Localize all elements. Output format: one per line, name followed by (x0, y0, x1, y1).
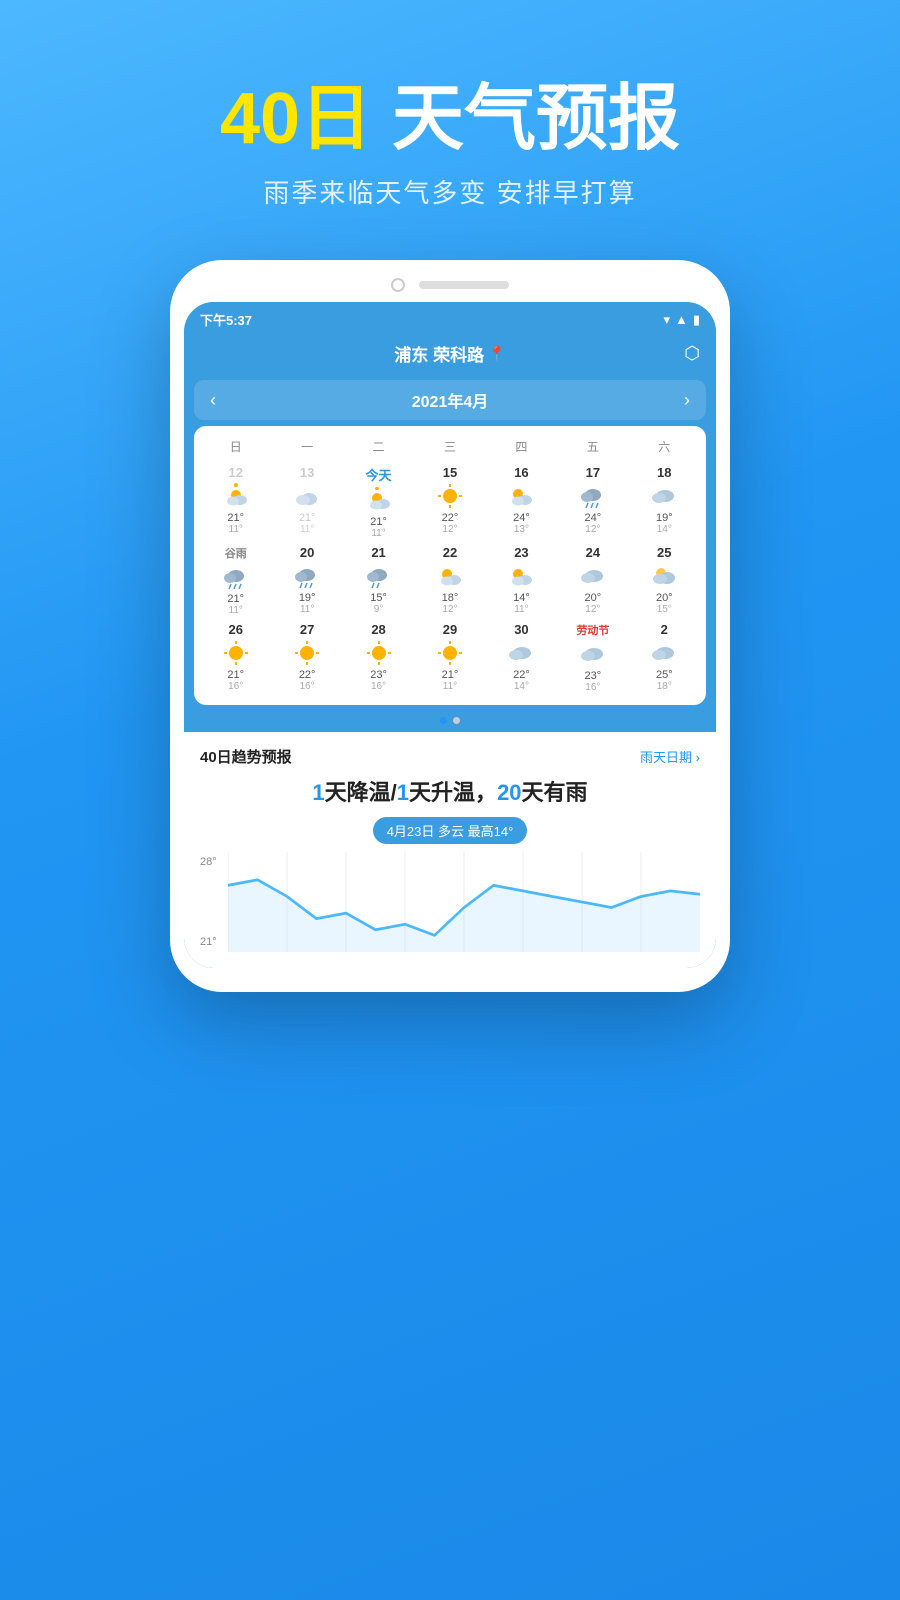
calendar-day-18[interactable]: 18 19°14° (629, 463, 700, 541)
calendar-day-2[interactable]: 2 25°18° (629, 620, 700, 695)
calendar-day-25[interactable]: 25 20°15° (629, 543, 700, 618)
trend-summary: 1天降温/1天升温，20天有雨 (200, 775, 700, 807)
calendar-day-29[interactable]: 29 21°11° (414, 620, 485, 695)
calendar-day-guyu[interactable]: 谷雨 21°11° (200, 543, 271, 618)
calendar-day-16[interactable]: 16 24°13° (486, 463, 557, 541)
calendar-day-today[interactable]: 今天 21°11° (343, 463, 414, 541)
calendar-day-26[interactable]: 26 21°16° (200, 620, 271, 695)
chart-labels: 28° 21° (200, 852, 217, 952)
month-nav: ‹ 2021年4月 › (194, 380, 706, 420)
phone-body: 下午5:37 ▾ ▲ ▮ 浦东 荣科路 📍 ⬡ ‹ 2021年4月 › (170, 260, 730, 992)
status-bar: 下午5:37 ▾ ▲ ▮ (184, 302, 716, 333)
calendar-day-24[interactable]: 24 20°12° (557, 543, 628, 618)
calendar-day-23[interactable]: 23 14°11° (486, 543, 557, 618)
hero-title: 40日 天气预报 (0, 80, 900, 159)
page-indicator (184, 711, 716, 732)
calendar-week-1: 12 21°11° 13 21°11° 今天 21°11° (200, 463, 700, 541)
trend-chart: 28° 21° (200, 852, 700, 952)
weekday-sat: 六 (629, 434, 700, 459)
page-dot-2 (453, 717, 460, 724)
trend-header: 40日趋势预报 雨天日期 › (200, 746, 700, 767)
calendar-day-22[interactable]: 22 18°12° (414, 543, 485, 618)
next-month-button[interactable]: › (684, 390, 690, 411)
calendar-day-15[interactable]: 15 22°12° (414, 463, 485, 541)
weekday-sun: 日 (200, 434, 271, 459)
phone-notch (184, 278, 716, 292)
hero-subtitle: 雨季来临天气多变 安排早打算 (0, 173, 900, 210)
weekday-fri: 五 (557, 434, 628, 459)
weekday-wed: 三 (414, 434, 485, 459)
page-dot-1 (440, 717, 447, 724)
location-pin-icon: 📍 (488, 345, 505, 362)
calendar-week-2: 谷雨 21°11° 20 19°11° 21 15°9° (200, 543, 700, 618)
chart-svg (200, 852, 700, 952)
phone-dot (391, 278, 405, 292)
chart-label-high: 28° (200, 856, 217, 868)
hero-title-highlight: 40日 (220, 79, 372, 159)
signal-icon: ▲ (675, 312, 688, 327)
wifi-icon: ▾ (663, 312, 670, 328)
rain-days-link[interactable]: 雨天日期 › (640, 747, 700, 766)
month-title: 2021年4月 (412, 388, 489, 412)
phone-mockup: 下午5:37 ▾ ▲ ▮ 浦东 荣科路 📍 ⬡ ‹ 2021年4月 › (0, 260, 900, 992)
prev-month-button[interactable]: ‹ (210, 390, 216, 411)
location-bar: 浦东 荣科路 📍 ⬡ (184, 333, 716, 374)
calendar-day-21[interactable]: 21 15°9° (343, 543, 414, 618)
calendar-day-30[interactable]: 30 22°14° (486, 620, 557, 695)
calendar-day-labourday[interactable]: 劳动节 23°16° (557, 620, 628, 695)
weekday-thu: 四 (486, 434, 557, 459)
calendar-day-13[interactable]: 13 21°11° (271, 463, 342, 541)
calendar-day-12[interactable]: 12 21°11° (200, 463, 271, 541)
app-screen: 下午5:37 ▾ ▲ ▮ 浦东 荣科路 📍 ⬡ ‹ 2021年4月 › (184, 302, 716, 968)
weekday-tue: 二 (343, 434, 414, 459)
share-button[interactable]: ⬡ (684, 343, 700, 364)
hero-title-white: 天气预报 (392, 79, 680, 159)
status-icons: ▾ ▲ ▮ (663, 312, 700, 328)
trend-badge: 4月23日 多云 最高14° (373, 817, 528, 844)
calendar-day-28[interactable]: 28 23°16° (343, 620, 414, 695)
calendar-day-17[interactable]: 17 24°12° (557, 463, 628, 541)
calendar-header: 日 一 二 三 四 五 六 (200, 434, 700, 459)
phone-bar (419, 281, 509, 289)
calendar: 日 一 二 三 四 五 六 12 21°11° (194, 426, 706, 705)
bottom-panel: 40日趋势预报 雨天日期 › 1天降温/1天升温，20天有雨 4月23日 多云 … (184, 732, 716, 968)
battery-icon: ▮ (693, 312, 700, 328)
hero-section: 40日 天气预报 雨季来临天气多变 安排早打算 (0, 0, 900, 240)
status-time: 下午5:37 (200, 310, 252, 329)
chart-label-low: 21° (200, 936, 217, 948)
calendar-day-27[interactable]: 27 22°16° (271, 620, 342, 695)
location-text: 浦东 荣科路 (394, 341, 484, 366)
weekday-mon: 一 (271, 434, 342, 459)
calendar-week-3: 26 21°16° 27 22°16° 28 23°16° (200, 620, 700, 695)
calendar-day-20[interactable]: 20 19°11° (271, 543, 342, 618)
trend-title: 40日趋势预报 (200, 746, 292, 767)
